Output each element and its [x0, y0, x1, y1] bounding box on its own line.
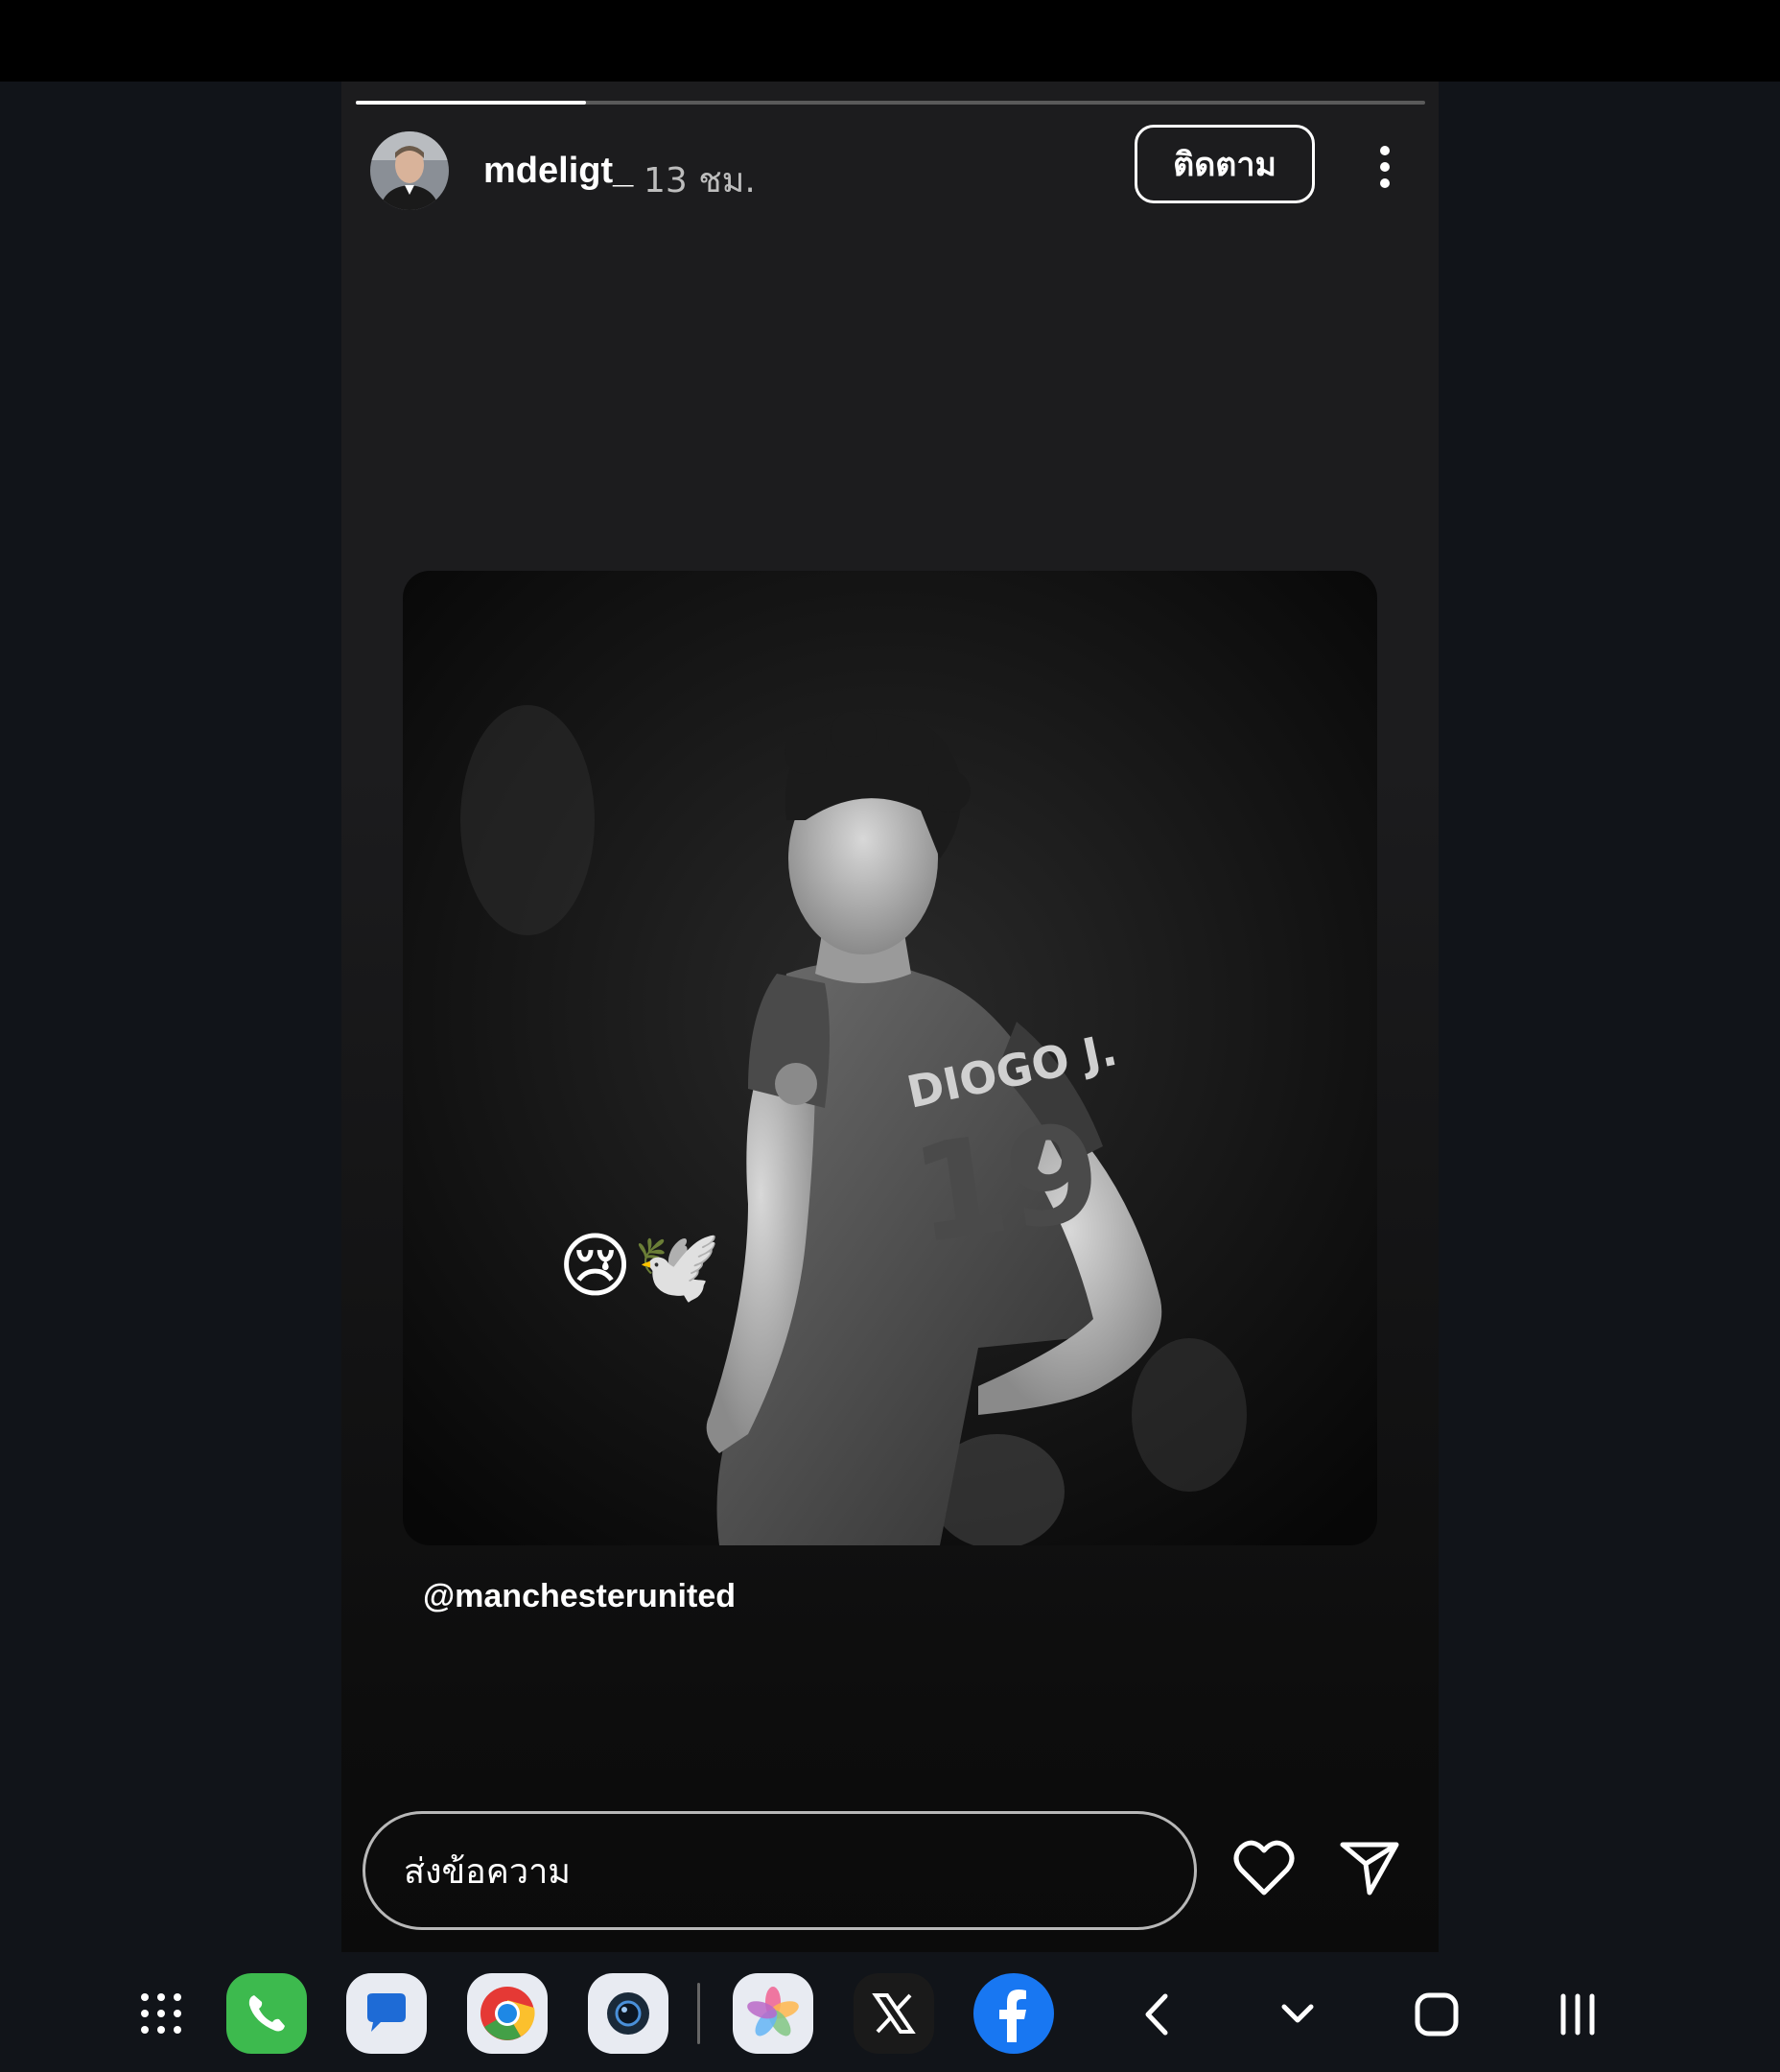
- post-time: 13 ชม.: [644, 161, 756, 200]
- chrome-icon[interactable]: [467, 1973, 548, 2054]
- photos-icon[interactable]: [733, 1973, 813, 2054]
- hide-keyboard-icon[interactable]: [1264, 1981, 1331, 2048]
- story-header: mdeligt_ 13 ชม. ติดตาม: [341, 120, 1439, 216]
- back-icon[interactable]: [1124, 1981, 1191, 2048]
- dove-emoji: 🕊️: [633, 1225, 722, 1307]
- send-icon[interactable]: [1339, 1839, 1400, 1901]
- status-bar: [0, 0, 1780, 82]
- x-icon[interactable]: [854, 1973, 934, 2054]
- dock-divider: [697, 1983, 700, 2044]
- send-message-placeholder: ส่งข้อความ: [404, 1851, 572, 1892]
- messages-icon[interactable]: [346, 1973, 427, 2054]
- heart-icon[interactable]: [1233, 1839, 1295, 1901]
- recents-icon[interactable]: [1544, 1981, 1611, 2048]
- more-options-icon[interactable]: [1366, 133, 1404, 200]
- story-progress-bar: [356, 101, 1425, 105]
- crying-emoji: 😢: [558, 1225, 633, 1307]
- story-photo: DIOGO J. 19 😢 🕊️: [403, 571, 1377, 1545]
- send-message-input[interactable]: ส่งข้อความ: [363, 1811, 1197, 1930]
- username[interactable]: mdeligt_: [483, 151, 633, 192]
- svg-text:19: 19: [903, 1094, 1111, 1275]
- camera-icon[interactable]: [588, 1973, 668, 2054]
- facebook-icon[interactable]: [973, 1973, 1054, 2054]
- story-viewer[interactable]: mdeligt_ 13 ชม. ติดตาม DIOGO J. 19 😢 🕊️ …: [341, 82, 1439, 1952]
- phone-icon[interactable]: [226, 1973, 307, 2054]
- story-progress-fill: [356, 101, 586, 105]
- follow-button[interactable]: ติดตาม: [1135, 125, 1315, 203]
- home-icon[interactable]: [1403, 1981, 1470, 2048]
- taskbar: [0, 1952, 1780, 2072]
- app-drawer-icon[interactable]: [121, 1973, 201, 2054]
- avatar[interactable]: [370, 131, 449, 210]
- mention-tag[interactable]: @manchesterunited: [423, 1578, 736, 1615]
